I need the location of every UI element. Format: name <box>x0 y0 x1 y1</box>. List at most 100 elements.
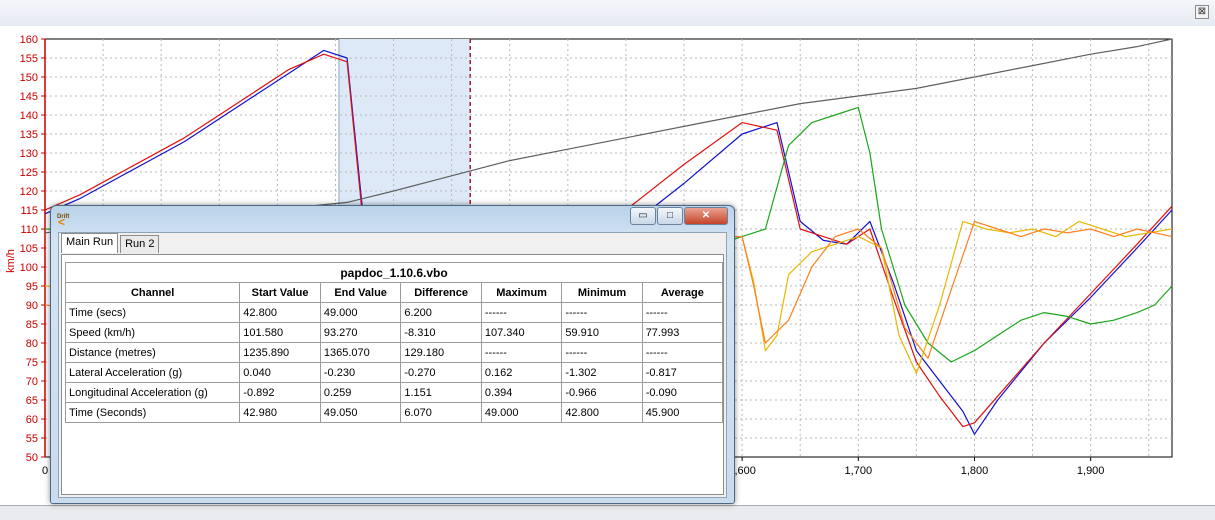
panel-close-icon[interactable]: ⊠ <box>1195 5 1209 19</box>
y-tick-label: 155 <box>20 53 38 65</box>
column-header: Maximum <box>480 282 563 303</box>
y-tick-label: 135 <box>20 129 38 141</box>
table-cell: ------ <box>641 342 724 363</box>
table-cell: 42.800 <box>239 302 321 323</box>
table-cell: 77.993 <box>641 322 724 343</box>
x-tick-label: 1,900 <box>1077 465 1105 477</box>
column-header: Average <box>641 282 724 303</box>
table-row: Lateral Acceleration (g) 0.040 -0.230 -0.27… <box>64 362 724 383</box>
table-cell: Distance (metres) <box>64 342 241 363</box>
table-cell: 1.151 <box>400 382 482 403</box>
y-tick-label: 90 <box>26 300 38 312</box>
table-cell: ------ <box>480 302 563 323</box>
tab-run-2[interactable]: Run 2 <box>120 235 160 253</box>
table-cell: 49.050 <box>319 402 402 423</box>
y-tick-label: 70 <box>26 376 38 388</box>
table-cell: 6.200 <box>400 302 482 323</box>
x-tick-label: 1,700 <box>845 465 873 477</box>
table-cell: -1.302 <box>561 362 643 383</box>
drift-box-icon: Drift < <box>57 214 70 229</box>
table-cell: Time (Seconds) <box>64 402 241 423</box>
table-cell: Speed (km/h) <box>64 322 241 343</box>
y-tick-label: 50 <box>26 452 38 464</box>
table-cell: 0.162 <box>480 362 563 383</box>
table-cell: -0.892 <box>239 382 321 403</box>
table-cell: ------ <box>561 302 643 323</box>
column-header: Minimum <box>561 282 643 303</box>
y-tick-label: 75 <box>26 357 38 369</box>
table-cell: 49.000 <box>480 402 563 423</box>
y-axis: 50 55 60 65 70 75 80 85 90 95 100 105 110 115 120 125 13… <box>20 34 46 464</box>
table-cell: ------ <box>561 342 643 363</box>
table-cell: Time (secs) <box>64 302 241 323</box>
top-toolbar-strip: ⊠ <box>0 0 1215 26</box>
window-client-area: Main Run Run 2 papdoc_1.10.6.vbo Channel… <box>58 232 727 498</box>
y-tick-label: 130 <box>20 148 38 160</box>
run-tabs: Main Run Run 2 <box>61 233 161 254</box>
column-header: Start Value <box>239 282 321 303</box>
table-cell: -0.230 <box>319 362 402 383</box>
table-cell: 129.180 <box>400 342 482 363</box>
table-cell: 0.259 <box>319 382 402 403</box>
table-cell: 0.394 <box>480 382 563 403</box>
table-cell: Longitudinal Acceleration (g) <box>64 382 241 403</box>
window-controls: ▭ □ ✕ <box>629 207 728 225</box>
table-cell: 1365.070 <box>319 342 402 363</box>
table-cell: ------ <box>480 342 563 363</box>
table-row: Time (secs) 42.800 49.000 6.200 ------ ------… <box>64 302 724 323</box>
column-header: Difference <box>400 282 482 303</box>
y-tick-label: 60 <box>26 414 38 426</box>
bottom-strip <box>0 505 1215 520</box>
close-button[interactable]: ✕ <box>684 207 728 225</box>
y-axis-label: km/h <box>5 249 17 273</box>
y-tick-label: 115 <box>20 205 38 217</box>
table-cell: -8.310 <box>400 322 482 343</box>
table-cell: 59.910 <box>561 322 643 343</box>
table-cell: 93.270 <box>319 322 402 343</box>
y-tick-label: 160 <box>20 34 38 46</box>
tab-main-run[interactable]: Main Run <box>61 233 119 253</box>
y-tick-label: 105 <box>20 243 38 255</box>
x-tick-label-partial: 0 <box>42 465 48 477</box>
table-cell: 42.800 <box>561 402 643 423</box>
y-tick-label: 80 <box>26 338 38 350</box>
statistics-table: papdoc_1.10.6.vbo Channel Start Value End … <box>64 262 724 423</box>
minimize-button[interactable]: ▭ <box>630 207 656 225</box>
table-cell: 1235.890 <box>239 342 321 363</box>
y-tick-label: 110 <box>20 224 38 236</box>
table-cell: ------ <box>641 302 724 323</box>
y-tick-label: 140 <box>20 110 38 122</box>
table-cell: 49.000 <box>319 302 402 323</box>
table-cell: Lateral Acceleration (g) <box>64 362 241 383</box>
table-cell: 45.900 <box>641 402 724 423</box>
table-row: Time (Seconds) 42.980 49.050 6.070 49.000 42.… <box>64 402 724 423</box>
table-cell: -0.817 <box>641 362 724 383</box>
table-row: Distance (metres) 1235.890 1365.070 129.180… <box>64 342 724 363</box>
table-header-row: Channel Start Value End Value Difference Max… <box>64 282 724 303</box>
y-tick-label: 125 <box>20 167 38 179</box>
table-cell: 0.040 <box>239 362 321 383</box>
y-tick-label: 150 <box>20 72 38 84</box>
table-cell: 6.070 <box>400 402 482 423</box>
run-statistics-window[interactable]: Drift < ▭ □ ✕ Main Run Run 2 papdoc_1.10.… <box>50 205 735 504</box>
tab-page: papdoc_1.10.6.vbo Channel Start Value End … <box>61 254 724 495</box>
table-cell: -0.270 <box>400 362 482 383</box>
y-tick-label: 145 <box>20 91 38 103</box>
table-cell: -0.966 <box>561 382 643 403</box>
x-tick-label: 1,800 <box>961 465 989 477</box>
y-tick-label: 120 <box>20 186 38 198</box>
y-tick-label: 100 <box>20 262 38 274</box>
y-tick-label: 55 <box>26 433 38 445</box>
table-cell: 42.980 <box>239 402 321 423</box>
table-cell: 101.580 <box>239 322 321 343</box>
column-header: Channel <box>64 282 241 303</box>
maximize-button[interactable]: □ <box>657 207 683 225</box>
table-cell: -0.090 <box>641 382 724 403</box>
column-header: End Value <box>319 282 402 303</box>
table-cell: 107.340 <box>480 322 563 343</box>
y-tick-label: 85 <box>26 319 38 331</box>
table-row: Speed (km/h) 101.580 93.270 -8.310 107.340 59… <box>64 322 724 343</box>
table-row: Longitudinal Acceleration (g) -0.892 0.259… <box>64 382 724 403</box>
file-name: papdoc_1.10.6.vbo <box>65 262 723 283</box>
y-tick-label: 95 <box>26 281 38 293</box>
